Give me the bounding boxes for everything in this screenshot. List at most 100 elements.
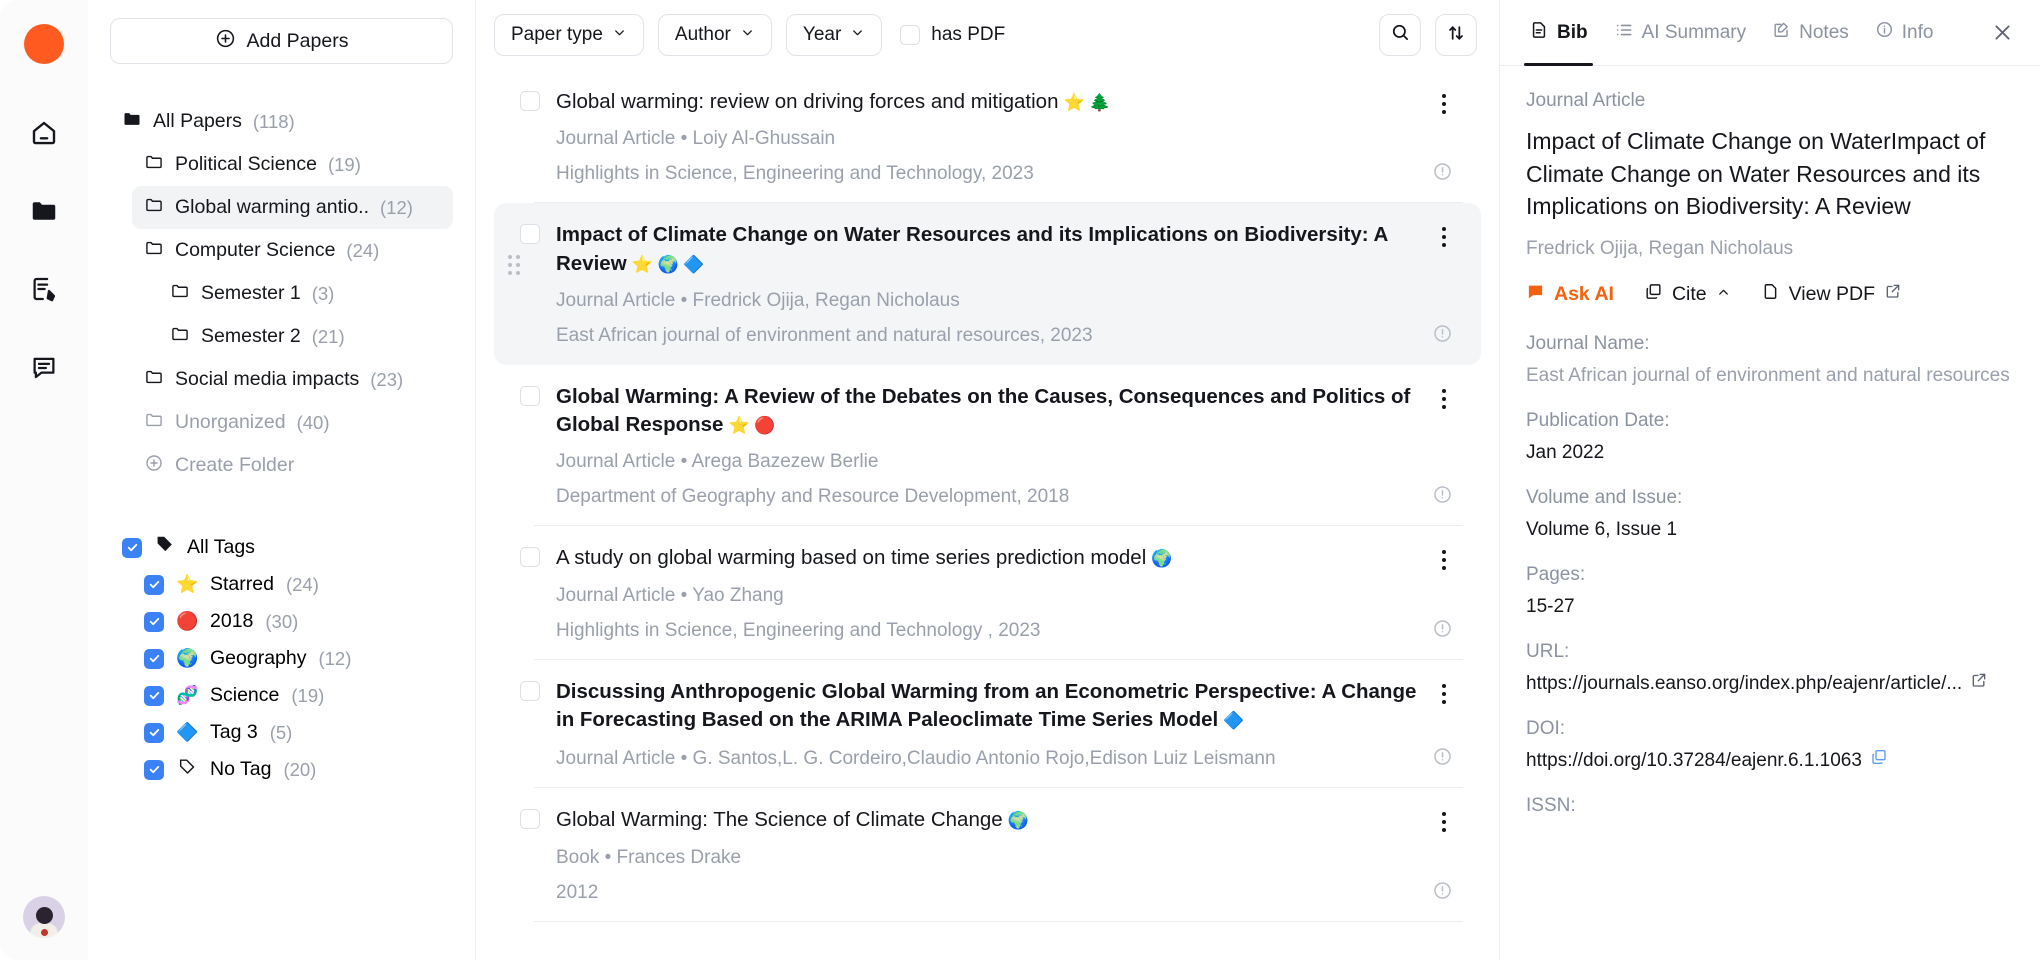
filter-label: Author — [674, 24, 731, 45]
detail-title: Impact of Climate Change on WaterImpact … — [1526, 128, 1986, 220]
file-icon — [1761, 282, 1780, 307]
sidebar-item-computer-science[interactable]: Computer Science (24) — [132, 229, 453, 272]
paper-list[interactable]: Global warming: review on driving forces… — [476, 70, 1499, 960]
paper-title-wrap: Impact of Climate Change on Water Resour… — [556, 221, 1417, 278]
warning-icon[interactable] — [1432, 880, 1453, 906]
paper-checkbox[interactable] — [520, 547, 540, 568]
checkbox-checked[interactable] — [144, 574, 164, 595]
add-papers-button[interactable]: Add Papers — [110, 18, 453, 64]
plus-circle-icon — [215, 28, 236, 55]
copy-icon[interactable] — [1870, 748, 1888, 775]
filter-paper-type[interactable]: Paper type — [494, 14, 644, 56]
tab-label: Info — [1901, 21, 1934, 43]
tag-item-label: All Tags — [187, 536, 255, 558]
tag-item-label: Science — [210, 684, 280, 706]
checkbox-checked[interactable] — [122, 537, 142, 558]
paper-more-button[interactable] — [1433, 221, 1455, 248]
tab-info[interactable]: Info — [1864, 0, 1945, 65]
detail-actions: Ask AI Cite View PDF — [1526, 282, 2014, 307]
paper-more-button[interactable] — [1433, 678, 1455, 704]
cite-button[interactable]: Cite — [1644, 282, 1731, 307]
sidebar-item-social-media-impacts[interactable]: Social media impacts (23) — [132, 358, 453, 401]
tag-item-all-tags[interactable]: All Tags — [110, 529, 453, 566]
home-icon[interactable] — [21, 110, 67, 156]
avatar[interactable] — [23, 896, 65, 938]
view-pdf-button[interactable]: View PDF — [1761, 282, 1902, 307]
checkbox-checked[interactable] — [144, 685, 164, 706]
close-icon[interactable] — [1981, 21, 2018, 44]
folder-outline-icon — [170, 281, 190, 307]
checkbox-checked[interactable] — [144, 722, 164, 743]
paper-checkbox[interactable] — [520, 809, 540, 830]
paper-tag-emojis: ⭐ 🌲 — [1063, 93, 1111, 112]
chevron-down-icon — [850, 24, 865, 46]
sidebar-item-all-papers[interactable]: All Papers (118) — [110, 100, 453, 143]
star-icon: ⭐ — [176, 574, 199, 594]
paper-title: Global Warming: The Science of Climate C… — [556, 808, 1003, 832]
paper-meta: Journal Article • Arega Bazezew Berlie — [556, 451, 879, 473]
folder-outline-icon — [144, 367, 164, 393]
checkbox-checked[interactable] — [144, 759, 164, 780]
tag-item-geography[interactable]: 🌍 Geography (12) — [132, 640, 453, 677]
tag-filled-icon — [154, 534, 175, 561]
checkbox-unchecked[interactable] — [900, 25, 921, 45]
field-value-url[interactable]: https://journals.eanso.org/index.php/eaj… — [1526, 671, 1962, 698]
tab-ai-summary[interactable]: AI Summary — [1603, 0, 1758, 65]
sidebar-item-semester-1[interactable]: Semester 1 (3) — [158, 272, 453, 315]
sort-button[interactable] — [1435, 14, 1477, 56]
tab-notes[interactable]: Notes — [1761, 0, 1860, 65]
paper-checkbox[interactable] — [520, 224, 540, 245]
warning-icon[interactable] — [1432, 484, 1453, 510]
detail-tabs: Bib AI Summary Notes Info — [1500, 0, 2040, 66]
paper-checkbox[interactable] — [520, 680, 540, 701]
chat-icon[interactable] — [21, 344, 67, 390]
globe-icon: 🌍 — [176, 648, 199, 668]
paper-list-item[interactable]: Global Warming: The Science of Climate C… — [494, 788, 1481, 922]
tag-item-starred[interactable]: ⭐ Starred (24) — [132, 566, 453, 603]
notes-icon[interactable] — [21, 266, 67, 312]
paper-list-item[interactable]: Discussing Anthropogenic Global Warming … — [494, 660, 1481, 789]
search-button[interactable] — [1379, 14, 1421, 56]
paper-list-item[interactable]: Global Warming: A Review of the Debates … — [494, 365, 1481, 527]
field-value-doi[interactable]: https://doi.org/10.37284/eajenr.6.1.1063 — [1526, 748, 1862, 775]
sidebar-item-global-warming[interactable]: Global warming antio.. (12) — [132, 186, 453, 229]
paper-checkbox[interactable] — [520, 91, 540, 111]
warning-icon[interactable] — [1432, 618, 1453, 644]
create-folder-button[interactable]: Create Folder — [132, 444, 453, 487]
checkbox-checked[interactable] — [144, 648, 164, 669]
paper-more-button[interactable] — [1433, 88, 1455, 114]
sidebar-item-political-science[interactable]: Political Science (19) — [132, 143, 453, 186]
paper-title-wrap: Global Warming: The Science of Climate C… — [556, 806, 1417, 834]
tab-bib[interactable]: Bib — [1518, 0, 1599, 66]
paper-meta: Journal Article • Fredrick Ojija, Regan … — [556, 289, 960, 311]
checkbox-checked[interactable] — [144, 611, 164, 632]
app-logo[interactable] — [24, 24, 64, 64]
filter-year[interactable]: Year — [785, 14, 883, 56]
ask-ai-button[interactable]: Ask AI — [1526, 282, 1614, 307]
paper-checkbox[interactable] — [520, 385, 540, 406]
sidebar-item-unorganized[interactable]: Unorganized (40) — [132, 401, 453, 444]
field-value-pages: 15-27 — [1526, 595, 1575, 617]
sidebar-item-count: (40) — [296, 411, 330, 433]
drag-handle[interactable] — [508, 255, 520, 276]
warning-icon[interactable] — [1432, 161, 1453, 187]
filter-author[interactable]: Author — [657, 14, 772, 56]
paper-list-item[interactable]: Global warming: review on driving forces… — [494, 70, 1481, 204]
external-link-icon[interactable] — [1970, 671, 1988, 698]
tag-item-2018[interactable]: 🔴 2018 (30) — [132, 603, 453, 640]
warning-icon[interactable] — [1432, 323, 1453, 349]
paper-more-button[interactable] — [1433, 806, 1455, 833]
paper-source: East African journal of environment and … — [556, 324, 1093, 346]
folder-icon[interactable] — [21, 188, 67, 234]
folder-outline-icon — [144, 238, 164, 264]
has-pdf-filter[interactable]: has PDF — [900, 24, 1005, 46]
paper-list-item[interactable]: A study on global warming based on time … — [494, 526, 1481, 660]
paper-list-item-selected[interactable]: Impact of Climate Change on Water Resour… — [494, 203, 1481, 365]
paper-more-button[interactable] — [1433, 544, 1455, 571]
tag-item-tag-3[interactable]: 🔷 Tag 3 (5) — [132, 714, 453, 751]
paper-more-button[interactable] — [1433, 383, 1455, 409]
warning-icon[interactable] — [1432, 746, 1453, 772]
tag-item-science[interactable]: 🧬 Science (19) — [132, 677, 453, 714]
tag-item-no-tag[interactable]: No Tag (20) — [132, 751, 453, 788]
sidebar-item-semester-2[interactable]: Semester 2 (21) — [158, 315, 453, 358]
